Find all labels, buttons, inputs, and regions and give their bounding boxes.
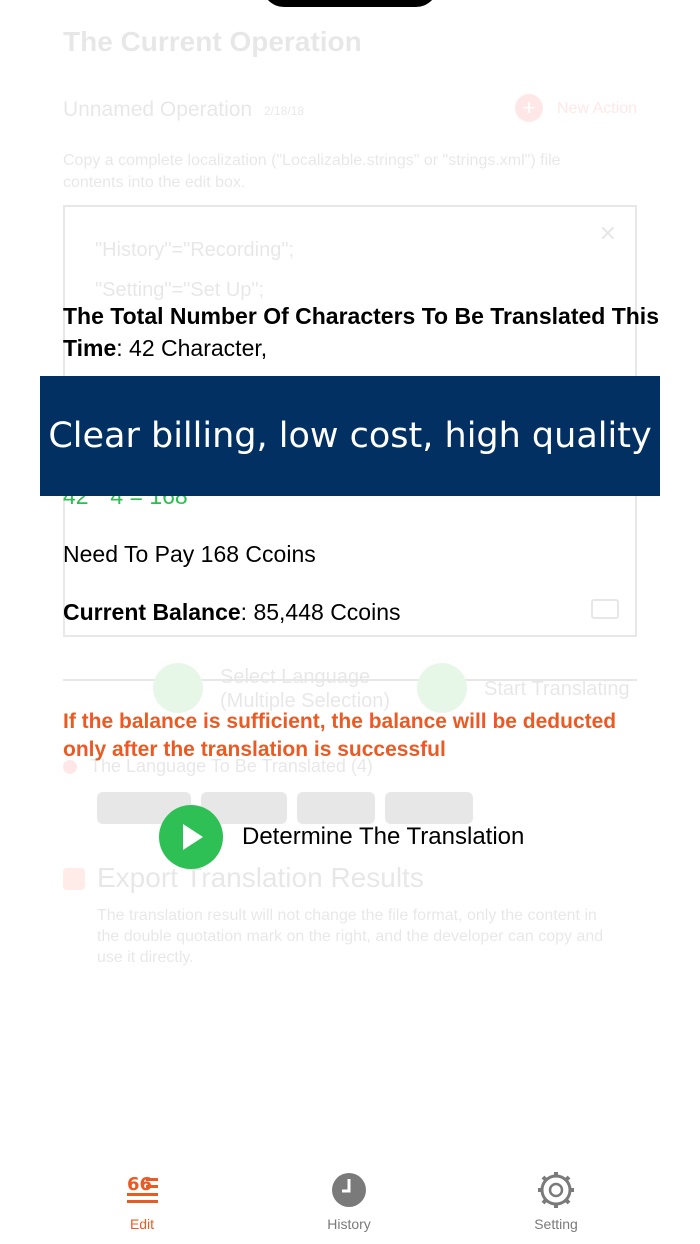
editor-line: "History"="Recording"; — [95, 239, 295, 261]
current-balance-value: : 85,448 Ccoins — [240, 599, 401, 625]
page-title: The Current Operation — [63, 26, 362, 57]
tab-history[interactable]: History — [289, 1170, 409, 1232]
total-characters-value: : 42 Character, — [116, 335, 268, 361]
tab-setting-label: Setting — [534, 1216, 578, 1232]
start-translating-label[interactable]: Start Translating — [484, 678, 630, 701]
new-action-label[interactable]: New Action — [557, 100, 637, 118]
operation-name[interactable]: Unnamed Operation — [63, 98, 252, 122]
clock-icon — [329, 1170, 369, 1210]
need-to-pay-text: Need To Pay 168 Ccoins — [63, 541, 316, 567]
operation-date: 2/18/18 — [264, 104, 305, 118]
promo-banner-text: Clear billing, low cost, high quality — [48, 416, 652, 456]
tab-setting[interactable]: Setting — [496, 1170, 616, 1232]
tab-edit-label: Edit — [129, 1216, 155, 1232]
current-balance-label: Current Balance — [63, 599, 241, 625]
gear-icon — [536, 1170, 576, 1210]
tab-history-label: History — [327, 1216, 371, 1232]
clear-icon[interactable]: ✕ — [599, 221, 617, 247]
promo-banner: Clear billing, low cost, high quality — [40, 376, 660, 496]
select-language-label[interactable]: Select Language (Multiple Selection) — [220, 665, 410, 713]
keyboard-icon[interactable] — [591, 599, 619, 619]
select-language-icon[interactable] — [153, 663, 203, 713]
current-balance-text: Current Balance: 85,448 Ccoins — [63, 596, 401, 628]
operation-description: Copy a complete localization ("Localizab… — [63, 152, 561, 191]
determine-translation-button[interactable]: Determine The Translation — [159, 805, 524, 869]
determine-translation-label[interactable]: Determine The Translation — [242, 823, 524, 851]
tab-edit[interactable]: 66 Edit — [82, 1170, 202, 1232]
play-icon[interactable] — [159, 805, 223, 869]
svg-text:66: 66 — [127, 1174, 152, 1195]
export-icon — [63, 868, 85, 890]
total-characters-text: The Total Number Of Characters To Be Tra… — [63, 300, 663, 364]
editor-line: "Setting"="Set Up"; — [95, 279, 265, 301]
export-description: The translation result will not change t… — [97, 907, 604, 966]
start-translating-icon[interactable] — [417, 663, 467, 713]
new-action-button[interactable]: + — [515, 94, 543, 122]
tab-bar: 66 Edit History Setting — [0, 1160, 700, 1244]
edit-quote-icon: 66 — [122, 1170, 162, 1210]
device-notch — [262, 0, 438, 7]
balance-notice: If the balance is sufficient, the balanc… — [63, 710, 617, 761]
